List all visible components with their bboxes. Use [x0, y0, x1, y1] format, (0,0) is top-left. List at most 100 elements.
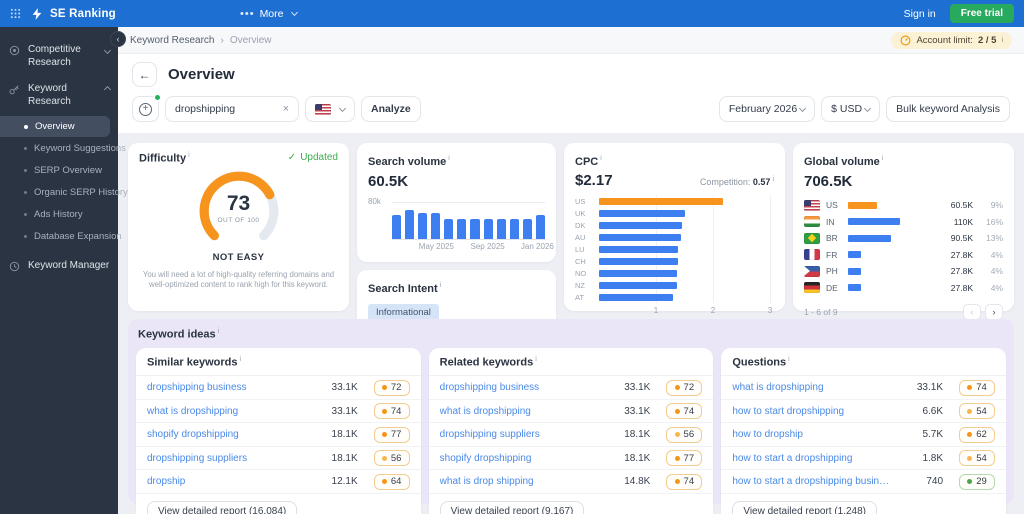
keyword-link[interactable]: what is dropshipping	[732, 382, 905, 393]
info-icon[interactable]: i	[882, 155, 884, 162]
sidebar-item-serp-overview[interactable]: SERP Overview	[0, 160, 110, 181]
info-icon[interactable]: i	[788, 356, 790, 363]
volume-bar-track	[848, 251, 900, 259]
sidebar-item-label: Ads History	[34, 209, 83, 220]
info-icon[interactable]: i	[240, 356, 242, 363]
difficulty-value: 77	[683, 452, 695, 464]
cpc-bar-row: UK	[575, 207, 774, 219]
sign-in-link[interactable]: Sign in	[904, 8, 936, 20]
keyword-link[interactable]: dropship	[147, 476, 320, 487]
keyword-link[interactable]: how to dropship	[732, 429, 905, 440]
chevron-down-icon	[290, 8, 298, 17]
difficulty-badge: 72	[373, 379, 410, 396]
us-flag-icon	[315, 103, 331, 115]
keyword-input-value: dropshipping	[175, 103, 236, 115]
keyword-link[interactable]: how to start dropshipping	[732, 406, 905, 417]
keyword-link[interactable]: dropshipping business	[147, 382, 320, 393]
keyword-link[interactable]: shopify dropshipping	[440, 453, 613, 464]
apps-grid-icon[interactable]	[10, 8, 21, 19]
keyword-link[interactable]: what is dropshipping	[440, 406, 613, 417]
keyword-link[interactable]: how to start a dropshipping busin…	[732, 476, 905, 487]
volume-bar	[496, 218, 506, 239]
info-icon[interactable]: i	[1001, 37, 1003, 44]
info-icon[interactable]: i	[535, 356, 537, 363]
search-volume-value: 60.5K	[368, 173, 409, 190]
info-icon[interactable]: i	[772, 176, 774, 183]
cpc-bar-track	[599, 197, 770, 205]
keyword-link[interactable]: dropshipping suppliers	[440, 429, 613, 440]
chevron-up-icon	[103, 85, 112, 94]
volume-bar	[848, 284, 862, 292]
next-page-button[interactable]: ›	[985, 304, 1003, 320]
sidebar-section-keyword-research[interactable]: Keyword Research	[0, 76, 118, 115]
sidebar-section-competitive-research[interactable]: Competitive Research	[0, 37, 118, 76]
keyword-row: dropshipping suppliers 18.1K 56	[136, 447, 421, 471]
search-volume-value: 18.1K	[331, 429, 358, 441]
brand-logo[interactable]: SE Ranking	[30, 7, 116, 21]
keyword-input[interactable]: dropshipping ×	[165, 96, 299, 122]
sidebar-item-ads-history[interactable]: Ads History	[0, 204, 110, 225]
difficulty-dot-icon	[674, 385, 680, 391]
sidebar-item-keyword-suggestions[interactable]: Keyword Suggestions	[0, 138, 126, 159]
volume-bar	[431, 213, 441, 239]
sidebar-collapse-button[interactable]: ‹	[110, 31, 126, 47]
period-select[interactable]: February 2026	[718, 96, 816, 122]
analyze-button[interactable]: Analyze	[361, 96, 421, 122]
sidebar-item-database-expansion[interactable]: Database Expansion	[0, 226, 122, 247]
keyword-link[interactable]: how to start a dropshipping	[732, 453, 905, 464]
country-select[interactable]	[305, 96, 355, 122]
free-trial-button[interactable]: Free trial	[949, 4, 1014, 23]
keyword-link[interactable]: shopify dropshipping	[147, 429, 320, 440]
back-button[interactable]: ←	[132, 62, 157, 87]
global-volume-value: 706.5K	[804, 173, 853, 190]
key-icon	[9, 84, 21, 100]
breadcrumb-parent[interactable]: Keyword Research	[130, 35, 214, 46]
view-detailed-report-button[interactable]: View detailed report (16,084)	[147, 500, 298, 514]
view-detailed-report-button[interactable]: View detailed report (9,167)	[439, 500, 585, 514]
difficulty-badge: 56	[666, 426, 703, 443]
sidebar-item-organic-serp-history[interactable]: Organic SERP History	[0, 182, 128, 203]
account-limit-badge[interactable]: Account limit: 2 / 5 i	[891, 31, 1012, 49]
prev-page-button[interactable]: ‹	[963, 304, 981, 320]
keyword-link[interactable]: dropshipping suppliers	[147, 453, 320, 464]
volume-bar	[848, 218, 900, 226]
ellipsis-icon: •••	[240, 7, 255, 20]
cpc-chart: US UK DK AU LU CH NO NZ AT	[575, 195, 774, 303]
keyword-row: how to dropship 5.7K 62	[721, 423, 1007, 447]
country-volume-row: DE 27.8K 4%	[804, 280, 1003, 297]
keyword-link[interactable]: what is drop shipping	[440, 476, 613, 487]
keyword-link[interactable]: what is dropshipping	[147, 406, 320, 417]
view-detailed-report-button[interactable]: View detailed report (1,248)	[732, 500, 878, 514]
global-volume-title: Global volume i	[804, 155, 884, 168]
add-keyword-button[interactable]: +	[132, 94, 161, 122]
cpc-bar-row: DK	[575, 219, 774, 231]
sidebar-item-label: Organic SERP History	[34, 187, 128, 198]
volume-value: 27.8K	[950, 282, 973, 293]
country-label: US	[575, 196, 586, 206]
info-icon[interactable]: i	[440, 282, 442, 289]
related-keywords-card: Related keywords i dropshipping business 3…	[428, 347, 714, 514]
difficulty-badge: 77	[373, 426, 410, 443]
sidebar-section-keyword-manager[interactable]: Keyword Manager	[0, 253, 118, 284]
keyword-row: what is drop shipping 14.8K 74	[428, 470, 714, 494]
keyword-link[interactable]: dropshipping business	[440, 382, 613, 393]
updated-status: ✓ Updated	[287, 152, 338, 163]
sidebar: ‹ Competitive Research Keyword Research …	[0, 27, 128, 514]
info-icon[interactable]: i	[448, 155, 450, 162]
search-volume-value: 14.8K	[624, 476, 651, 488]
volume-bar	[535, 214, 545, 239]
cpc-bar	[599, 221, 683, 229]
search-volume-value: 18.1K	[331, 452, 358, 464]
sidebar-item-overview[interactable]: Overview	[0, 116, 110, 137]
info-icon[interactable]: i	[188, 152, 190, 159]
currency-select[interactable]: $ USD	[821, 96, 881, 122]
info-icon[interactable]: i	[218, 328, 220, 335]
bulk-analysis-button[interactable]: Bulk keyword Analysis	[886, 96, 1010, 122]
more-menu[interactable]: ••• More	[240, 7, 298, 20]
axis-tick-label: 2	[710, 306, 716, 315]
clear-input-icon[interactable]: ×	[283, 103, 289, 115]
difficulty-badge: 29	[959, 473, 996, 490]
info-icon[interactable]: i	[600, 155, 602, 162]
difficulty-value: 72	[683, 382, 695, 394]
difficulty-badge: 72	[666, 379, 703, 396]
